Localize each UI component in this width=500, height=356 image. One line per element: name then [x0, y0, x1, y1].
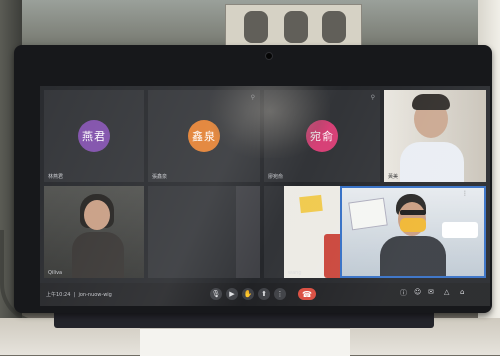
present-icon[interactable]: ⬆	[258, 288, 270, 300]
activities-icon[interactable]: △	[444, 288, 449, 296]
pin-icon[interactable]: ⚲	[251, 94, 255, 101]
face-mask	[400, 218, 426, 232]
mic-icon[interactable]: 🎙	[210, 288, 222, 300]
people-icon[interactable]: ☺	[414, 288, 421, 296]
person-shirt	[380, 236, 446, 276]
pin-icon[interactable]: ⚲	[371, 94, 375, 101]
end-call-icon[interactable]: ☎	[298, 288, 316, 300]
participant-tile[interactable]	[148, 186, 260, 278]
participant-name: 廖宛俞	[268, 174, 284, 180]
video-edge	[236, 186, 260, 278]
person-shirt	[400, 142, 464, 182]
participant-avatar: 宛俞	[306, 120, 338, 152]
participant-video-tile[interactable]: 黃美	[384, 90, 486, 182]
camera-icon[interactable]: ▶	[226, 288, 238, 300]
participant-tile[interactable]: ⚲ 宛俞 廖宛俞	[264, 90, 380, 182]
chat-icon[interactable]: ✉	[428, 288, 434, 296]
poster-figure	[322, 11, 346, 43]
webcam	[265, 52, 273, 60]
participant-tile[interactable]: 燕君 林燕君	[44, 90, 144, 182]
meeting-code: jon-nuow-wig	[78, 292, 112, 298]
video-call-screen: 燕君 林燕君 ⚲ 鑫泉 張鑫泉 ⚲ 宛俞 廖宛俞 黃美 Qiliva wang	[40, 86, 490, 306]
participant-tile[interactable]: ⚲ 鑫泉 張鑫泉	[148, 90, 260, 182]
meeting-info: 上午10:24 | jon-nuow-wig	[46, 291, 112, 298]
raise-hand-icon[interactable]: ✋	[242, 288, 254, 300]
person-shirt	[72, 232, 124, 278]
more-options-icon[interactable]: ⋮	[462, 190, 468, 197]
participant-name: 張鑫泉	[152, 174, 168, 180]
more-options-icon[interactable]: ⋮	[274, 288, 286, 300]
meeting-time: 上午10:24	[46, 292, 71, 298]
participant-name: 黃美	[388, 174, 399, 180]
host-controls-icon[interactable]: ⌂	[460, 288, 464, 296]
info-icon[interactable]: ⓘ	[400, 288, 407, 298]
participant-video-tile[interactable]: Qiliva	[44, 186, 144, 278]
poster-figure	[244, 11, 268, 43]
participant-avatar: 鑫泉	[188, 120, 220, 152]
participant-avatar: 燕君	[78, 120, 110, 152]
separator: |	[72, 292, 77, 298]
call-control-bar: 上午10:24 | jon-nuow-wig 🎙 ▶ ✋ ⬆ ⋮ ☎ ⓘ ☺ ✉…	[40, 283, 490, 306]
sticky-note	[299, 194, 323, 214]
participant-name: wang	[288, 270, 302, 276]
participant-name: 林燕君	[48, 174, 64, 180]
self-view-tile[interactable]: ⋮	[340, 186, 486, 278]
desk-paper	[140, 328, 350, 356]
video-edge	[264, 186, 284, 278]
participant-name: Qiliva	[48, 270, 63, 276]
person-face	[84, 200, 110, 230]
person-hair	[412, 94, 450, 110]
paper-sheet	[348, 197, 388, 231]
glasses	[400, 210, 426, 215]
poster-figure	[284, 11, 308, 43]
papers	[442, 222, 478, 238]
